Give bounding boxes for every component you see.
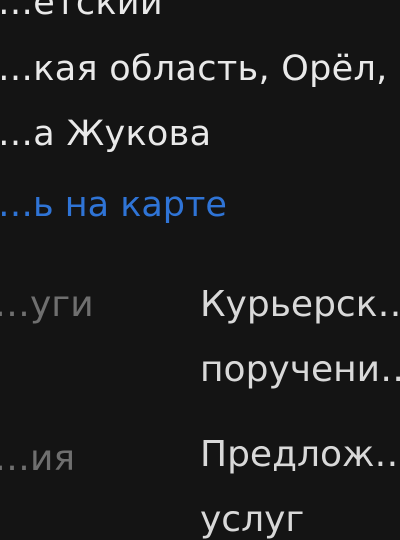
detail-label-services: …уги [0,284,94,325]
detail-value-services-line2: поручени… [200,349,400,390]
show-on-map-link[interactable]: …ь на карте [0,188,227,223]
detail-value-services-line1: Курьерск… [200,284,400,325]
address-region-city: …кая область, Орёл, [0,49,388,89]
detail-value-description-line1: Предлож… [200,434,400,475]
address-street: …а Жукова [0,114,212,154]
detail-label-description: …ия [0,438,76,479]
address-district: …етский [0,0,163,23]
detail-value-description-line2: услуг [200,499,305,540]
